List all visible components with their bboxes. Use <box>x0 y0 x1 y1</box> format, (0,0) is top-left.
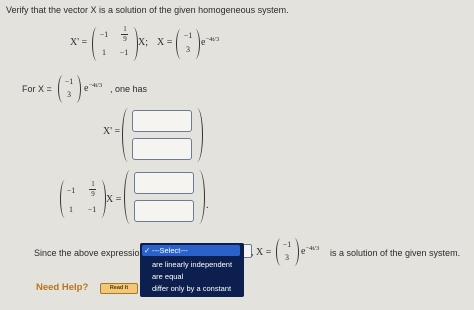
xprime-label: X' = <box>103 126 121 137</box>
prod-input-top[interactable] <box>134 172 194 194</box>
prod-matrix-cell-11: −1 <box>66 186 76 195</box>
exp-term: e−4t/3 <box>201 36 220 48</box>
prod-matrix-right-paren <box>98 180 106 218</box>
prod-right-paren <box>195 170 205 224</box>
dropdown-option-differ-constant[interactable]: differ only by a constant <box>152 284 231 293</box>
matrix-frac-den: 9 <box>123 35 127 43</box>
x-suffix: X; <box>138 37 148 48</box>
matrix-cell-21: 1 <box>102 48 106 57</box>
prod-x-suffix: X = <box>106 194 122 205</box>
xvec-right-paren <box>192 29 200 59</box>
matrix-cell-11: −1 <box>99 30 109 39</box>
conclusion-dropdown[interactable]: ✓ ---Select--- are linearly independent … <box>140 243 244 297</box>
dropdown-checkmark: ✓ <box>144 246 151 255</box>
xprime-right-paren <box>193 108 203 162</box>
dropdown-option-select[interactable]: ---Select--- <box>152 246 188 255</box>
prod-frac-den: 9 <box>91 190 95 198</box>
dropdown-option-linearly-independent[interactable]: are linearly independent <box>152 260 232 269</box>
need-help-label: Need Help? <box>36 282 89 293</box>
for-suffix: , one has <box>110 84 148 94</box>
prod-input-bottom[interactable] <box>134 200 194 222</box>
conclusion-vec-right-paren <box>291 238 299 266</box>
x-label: X = <box>157 37 173 48</box>
xprime-input-bottom[interactable] <box>132 138 192 160</box>
conclusion-prefix: Since the above expression <box>34 248 145 258</box>
dropdown-option-equal[interactable]: are equal <box>152 272 183 281</box>
for-vec-right-paren <box>73 75 81 103</box>
prod-period: . <box>206 200 209 211</box>
xprime-lhs: X' = <box>70 37 88 48</box>
matrix-frac-num: 1 <box>123 25 127 33</box>
prod-frac-num: 1 <box>91 180 95 188</box>
conclusion-suffix: is a solution of the given system. <box>330 248 461 258</box>
question-prompt: Verify that the vector X is a solution o… <box>6 5 289 15</box>
matrix-right-paren <box>130 27 138 61</box>
read-it-button[interactable]: Read It <box>100 283 138 294</box>
matrix-cell-22: −1 <box>119 48 129 57</box>
xprime-left-paren <box>122 108 132 162</box>
conclusion-exp-term: e−4t/3 <box>301 245 320 257</box>
conclusion-x-label: , X = <box>251 247 272 258</box>
prod-left-paren <box>124 170 134 224</box>
prod-matrix-cell-21: 1 <box>69 205 73 214</box>
xprime-input-top[interactable] <box>132 110 192 132</box>
for-prefix: For X = <box>22 84 52 94</box>
prod-matrix-cell-22: −1 <box>87 205 97 214</box>
for-exp-term: e−4t/3 <box>84 82 103 94</box>
